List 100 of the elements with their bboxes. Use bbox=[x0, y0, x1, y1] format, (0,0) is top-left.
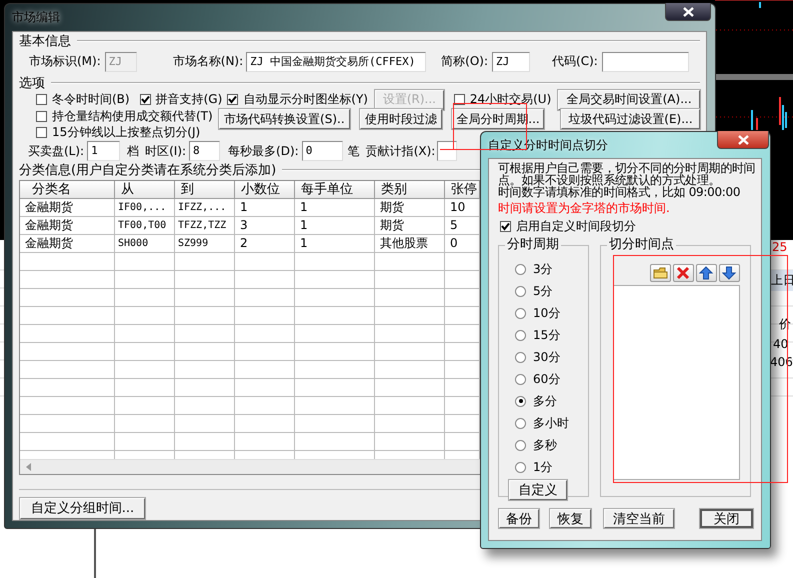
group-label: 切分时间点 bbox=[607, 237, 676, 253]
table-cell: SZ999 bbox=[175, 235, 235, 254]
close-icon bbox=[738, 134, 748, 144]
table-cell: 3 bbox=[235, 217, 295, 236]
toolbar-button[interactable] bbox=[673, 264, 694, 282]
checkbox[interactable] bbox=[36, 94, 47, 106]
table-cell: IFZZ,... bbox=[175, 199, 235, 218]
checkbox-label: 冬令时时间(B) bbox=[52, 91, 130, 108]
checkbox-label: 自动显示分时图坐标(Y) bbox=[243, 91, 368, 108]
radio-label: 10分 bbox=[533, 304, 560, 322]
column-header[interactable]: 分类名 bbox=[20, 181, 115, 200]
table-cell bbox=[175, 433, 235, 452]
table-cell bbox=[375, 361, 445, 380]
column-header[interactable]: 每手单位 bbox=[295, 181, 375, 200]
radio-label: 1分 bbox=[533, 458, 553, 476]
radio-button[interactable] bbox=[515, 396, 526, 406]
table-cell bbox=[115, 415, 175, 434]
button[interactable]: 备份 bbox=[499, 509, 539, 528]
column-header[interactable]: 从 bbox=[115, 181, 175, 200]
input-field[interactable]: 8 bbox=[189, 141, 220, 162]
table-cell bbox=[235, 307, 295, 326]
input-field[interactable]: ZJ bbox=[492, 52, 530, 72]
radio-button[interactable] bbox=[515, 330, 526, 340]
close-button[interactable] bbox=[717, 131, 769, 149]
table-cell: 期货 bbox=[375, 217, 445, 236]
up-arrow-icon bbox=[699, 266, 714, 280]
input-field[interactable] bbox=[602, 52, 689, 72]
checkbox[interactable] bbox=[36, 127, 47, 138]
button[interactable]: 垃圾代码过滤设置(E)... bbox=[560, 109, 700, 130]
radio-label: 15分 bbox=[533, 326, 560, 344]
toolbar-button[interactable] bbox=[650, 264, 671, 282]
field-label: 市场标识(M): bbox=[29, 53, 101, 70]
table-cell bbox=[175, 379, 235, 398]
table-cell bbox=[235, 415, 295, 434]
table-cell bbox=[175, 343, 235, 362]
radio-button[interactable] bbox=[515, 374, 526, 384]
radio-button[interactable] bbox=[515, 352, 526, 362]
checkbox[interactable] bbox=[227, 94, 238, 106]
button[interactable]: 清空当前 bbox=[604, 509, 674, 528]
checkbox[interactable] bbox=[140, 94, 151, 106]
radio-label: 多分 bbox=[533, 392, 557, 410]
button[interactable]: 全局交易时间设置(A)... bbox=[558, 90, 700, 110]
button[interactable]: 恢复 bbox=[550, 509, 591, 528]
table-cell bbox=[115, 433, 175, 452]
table-cell: IF00,... bbox=[115, 199, 175, 218]
button[interactable]: 市场代码转换设置(S).. bbox=[218, 109, 350, 130]
delete-icon bbox=[676, 266, 691, 280]
column-header[interactable]: 张停 bbox=[445, 181, 480, 200]
close-button[interactable] bbox=[665, 3, 711, 21]
radio-button[interactable] bbox=[515, 418, 526, 428]
radio-button[interactable] bbox=[515, 308, 526, 318]
toolbar-button[interactable] bbox=[696, 264, 717, 282]
button[interactable]: 自定义 bbox=[509, 480, 567, 500]
table-cell bbox=[175, 325, 235, 344]
table-cell bbox=[235, 325, 295, 344]
table-cell bbox=[115, 289, 175, 308]
table-cell: 2 bbox=[235, 235, 295, 254]
table-cell: 期货 bbox=[375, 199, 445, 218]
radio-button[interactable] bbox=[515, 264, 526, 274]
input-field[interactable]: 0 bbox=[302, 141, 343, 162]
radio-button[interactable] bbox=[515, 286, 526, 296]
field-label: 档 bbox=[127, 142, 140, 160]
table-cell: 金融期货 bbox=[20, 235, 115, 254]
group-label: 基本信息 bbox=[19, 33, 71, 50]
scrollbar[interactable] bbox=[20, 459, 480, 474]
button[interactable]: 使用时段过滤 bbox=[360, 109, 442, 130]
table-cell bbox=[375, 253, 445, 272]
checkbox[interactable] bbox=[500, 221, 511, 232]
input-field[interactable] bbox=[437, 141, 458, 162]
table-cell bbox=[235, 343, 295, 362]
table-cell bbox=[235, 271, 295, 290]
table-cell: 1 bbox=[235, 199, 295, 218]
column-header[interactable]: 类别 bbox=[375, 181, 445, 200]
table-cell bbox=[375, 379, 445, 398]
group-label: 分类信息(用户自定分类请在系统分类后添加) bbox=[19, 162, 276, 180]
table-cell: 金融期货 bbox=[20, 199, 115, 218]
table-cell bbox=[375, 307, 445, 326]
checkbox[interactable] bbox=[454, 94, 465, 106]
radio-label: 30分 bbox=[533, 348, 560, 366]
button[interactable]: 自定义分组时间... bbox=[20, 498, 145, 519]
radio-label: 多秒 bbox=[533, 436, 557, 454]
table-cell bbox=[375, 271, 445, 290]
input-field[interactable]: ZJ 中国金融期货交易所(CFFEX) bbox=[246, 52, 426, 72]
radio-button[interactable] bbox=[515, 440, 526, 450]
field-label: 代码(C): bbox=[552, 53, 598, 70]
button[interactable]: 关闭 bbox=[700, 509, 753, 528]
input-field[interactable]: 1 bbox=[87, 141, 120, 162]
column-header[interactable]: 到 bbox=[175, 181, 235, 200]
radio-button[interactable] bbox=[515, 462, 526, 472]
column-header[interactable]: 小数位 bbox=[235, 181, 295, 200]
warning-text: 时间请设置为金字塔的市场时间. bbox=[498, 201, 671, 215]
table-cell bbox=[175, 253, 235, 272]
table-cell bbox=[375, 325, 445, 344]
checkbox[interactable] bbox=[36, 110, 47, 122]
table-cell bbox=[375, 343, 445, 362]
radio-label: 60分 bbox=[533, 370, 560, 388]
radio-label: 多小时 bbox=[533, 414, 569, 432]
toolbar-button[interactable] bbox=[719, 264, 740, 282]
checkbox-label: 拼音支持(G) bbox=[156, 91, 222, 108]
table-cell: SH000 bbox=[115, 235, 175, 254]
